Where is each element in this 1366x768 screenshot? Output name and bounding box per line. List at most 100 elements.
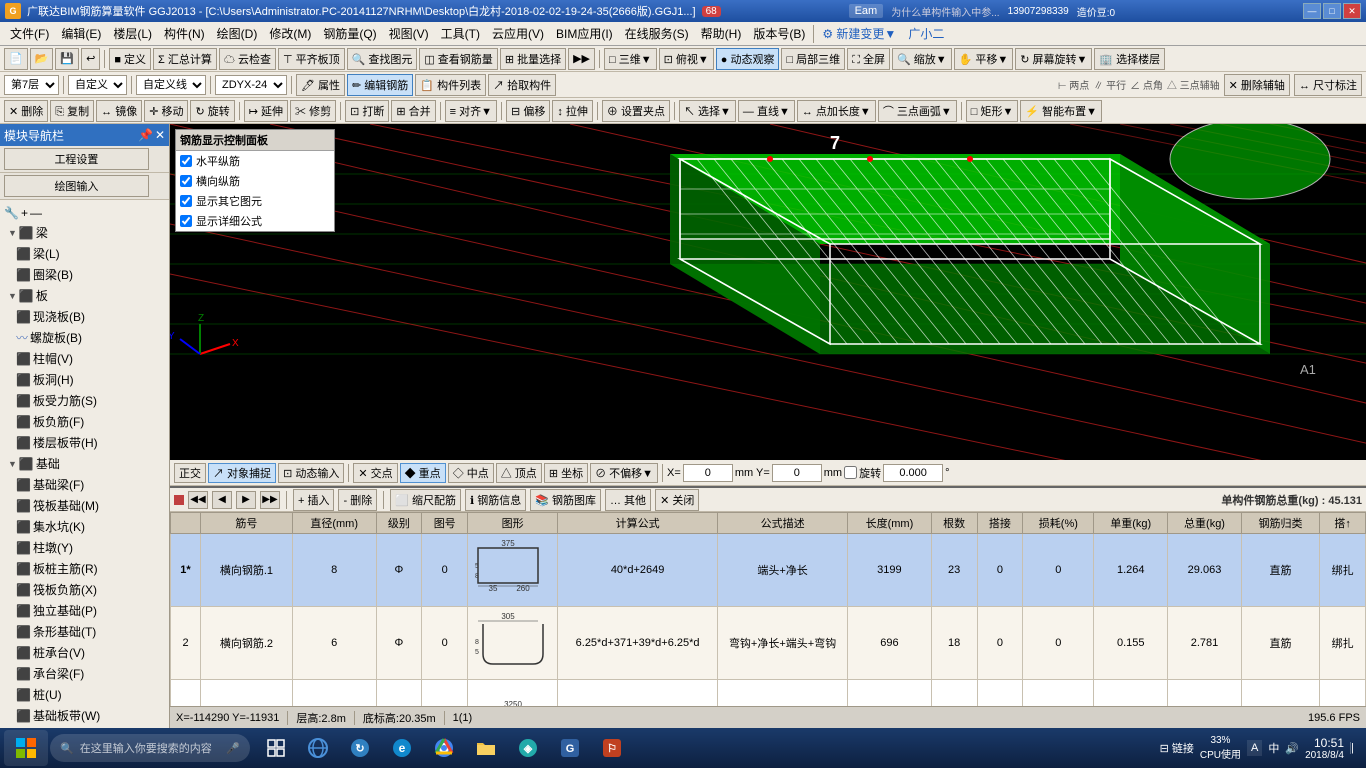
btn-undo[interactable]: ↩ xyxy=(81,48,100,70)
btn-define[interactable]: ■ 定义 xyxy=(109,48,151,70)
menu-bim[interactable]: BIM应用(I) xyxy=(550,23,619,44)
task-icon-app1[interactable]: ◈ xyxy=(508,730,548,766)
table-row[interactable]: 1* 横向钢筋.1 8 Φ 0 375 xyxy=(171,534,1366,607)
axis-type-select[interactable]: 自定义线 xyxy=(136,75,206,95)
rotate-checkbox[interactable] xyxy=(844,466,857,479)
btn-local-3d[interactable]: □ 局部三维 xyxy=(781,48,845,70)
btn-new[interactable]: 📄 xyxy=(4,48,28,70)
btn-first[interactable]: ◀◀ xyxy=(188,491,208,509)
btn-rebar-library[interactable]: 📚 钢筋图库 xyxy=(530,489,601,511)
btn-del-axis[interactable]: ✕ 删除辅轴 xyxy=(1224,74,1290,96)
tree-strip-foundation[interactable]: ⬛条形基础(T) xyxy=(0,621,169,642)
menu-draw[interactable]: 绘图(D) xyxy=(211,23,264,44)
btn-summary[interactable]: Σ 汇总计算 xyxy=(153,48,217,70)
btn-rebar-info[interactable]: ℹ 钢筋信息 xyxy=(465,489,526,511)
sidebar-close[interactable]: ✕ xyxy=(155,128,165,142)
btn-mid[interactable]: ◇ 中点 xyxy=(448,463,494,483)
menu-rebar-qty[interactable]: 钢筋量(Q) xyxy=(317,23,382,44)
btn-property[interactable]: 🖊 属性 xyxy=(296,74,345,96)
tree-pile-cap[interactable]: ⬛桩承台(V) xyxy=(0,642,169,663)
btn-offset[interactable]: ⊟ 偏移 xyxy=(506,100,550,122)
checkbox-formula[interactable] xyxy=(180,215,192,227)
tray-network[interactable]: ⊟ 链接 xyxy=(1160,740,1194,756)
checkbox-horiz-rebar[interactable] xyxy=(180,155,192,167)
btn-select2[interactable]: ↖ 选择▼ xyxy=(679,100,736,122)
tree-slab-neg[interactable]: ⬛板负筋(F) xyxy=(0,411,169,432)
table-resize-handle[interactable] xyxy=(174,495,184,505)
tree-beam-group[interactable]: ▼ ⬛ 梁 xyxy=(0,222,169,243)
sidebar-pin[interactable]: 📌 xyxy=(138,128,153,142)
btn-cloud-check[interactable]: ☁ 云检查 xyxy=(219,48,276,70)
cell-name[interactable]: 水平纵筋.1 xyxy=(201,680,293,707)
tree-pile-cap-beam[interactable]: ⬛承台梁(F) xyxy=(0,663,169,684)
btn-pick-component[interactable]: ↗ 拾取构件 xyxy=(488,74,556,96)
menu-edit[interactable]: 编辑(E) xyxy=(55,23,107,44)
tree-foundation-beam[interactable]: ⬛基础梁(F) xyxy=(0,474,169,495)
btn-dynamic-obs[interactable]: ● 动态观察 xyxy=(716,48,780,70)
menu-help[interactable]: 帮助(H) xyxy=(695,23,748,44)
tray-lang[interactable]: A xyxy=(1247,740,1262,756)
tree-cast-slab[interactable]: ⬛现浇板(B) xyxy=(0,306,169,327)
tree-spiral-slab[interactable]: 〰螺旋板(B) xyxy=(0,327,169,348)
btn-select-floor[interactable]: 🏢 选择楼层 xyxy=(1094,48,1165,70)
tree-ring-beam[interactable]: ⬛圈梁(B) xyxy=(0,264,169,285)
btn-open[interactable]: 📂 xyxy=(30,48,54,70)
tree-slab-stress[interactable]: ⬛板受力筋(S) xyxy=(0,390,169,411)
close-button[interactable]: ✕ xyxy=(1343,3,1361,19)
btn-find-elem[interactable]: 🔍 查找图元 xyxy=(347,48,418,70)
btn-last[interactable]: ▶▶ xyxy=(260,491,280,509)
cell-name[interactable]: 横向钢筋.1 xyxy=(201,534,293,607)
menu-online[interactable]: 在线服务(S) xyxy=(619,23,695,44)
y-input[interactable] xyxy=(772,464,822,482)
btn-align-top[interactable]: ⊤ 平齐板顶 xyxy=(278,48,345,70)
maximize-button[interactable]: □ xyxy=(1323,3,1341,19)
task-icon-chrome[interactable] xyxy=(424,730,464,766)
menu-version[interactable]: 版本号(B) xyxy=(747,23,811,44)
btn-delete[interactable]: ✕ 删除 xyxy=(4,100,48,122)
floor-select[interactable]: 第7层 xyxy=(4,75,59,95)
btn-component-list[interactable]: 📋 构件列表 xyxy=(415,74,486,96)
viewport[interactable]: X Z Y 7 A1 钢筋显示控制面板 水平纵筋 xyxy=(170,124,1366,460)
task-icon-app2[interactable]: G xyxy=(550,730,590,766)
tree-iso-foundation[interactable]: ⬛独立基础(P) xyxy=(0,600,169,621)
menu-view[interactable]: 视图(V) xyxy=(383,23,435,44)
btn-pan[interactable]: ✋ 平移▼ xyxy=(954,48,1014,70)
btn-stamp[interactable]: ⊡ 打断 xyxy=(345,100,389,122)
btn-align[interactable]: ≡ 对齐▼ xyxy=(445,100,497,122)
floor-type-select[interactable]: 自定义 xyxy=(68,75,127,95)
search-hint[interactable]: 为什么单构件输入中参... xyxy=(891,4,999,19)
btn-delete-row[interactable]: - 删除 xyxy=(338,489,377,511)
tree-raft-neg[interactable]: ⬛筏板负筋(X) xyxy=(0,579,169,600)
btn-top-view[interactable]: ⊡ 俯视▼ xyxy=(659,48,714,70)
menu-file[interactable]: 文件(F) xyxy=(4,23,55,44)
menu-modify[interactable]: 修改(M) xyxy=(263,23,317,44)
task-icon-refresh[interactable]: ↻ xyxy=(340,730,380,766)
btn-rotate[interactable]: ↻ 屏幕旋转▼ xyxy=(1015,48,1092,70)
btn-midpt[interactable]: ◆ 重点 xyxy=(400,463,446,483)
btn-pt-length[interactable]: ↔ 点加长度▼ xyxy=(797,100,876,122)
rotate-input[interactable] xyxy=(883,464,943,482)
btn-intersection[interactable]: ✕ 交点 xyxy=(353,463,397,483)
cell-name[interactable]: 横向钢筋.2 xyxy=(201,607,293,680)
btn-insert-row[interactable]: + 插入 xyxy=(293,489,334,511)
checkbox-trans-rebar[interactable] xyxy=(180,175,192,187)
btn-smart[interactable]: ⚡ 智能布置▼ xyxy=(1020,100,1102,122)
menu-tools[interactable]: 工具(T) xyxy=(435,23,486,44)
btn-edit-rebar[interactable]: ✏ 编辑钢筋 xyxy=(347,74,413,96)
taskbar-search[interactable]: 🔍 在这里输入你要搜索的内容 🎤 xyxy=(50,734,250,762)
drawing-panel-title[interactable]: 钢筋显示控制面板 xyxy=(176,130,334,151)
btn-drawing-input[interactable]: 绘图输入 xyxy=(4,175,149,197)
tree-beam[interactable]: ⬛梁(L) xyxy=(0,243,169,264)
btn-scale-rebar[interactable]: ⬜ 缩尺配筋 xyxy=(390,489,461,511)
start-button[interactable] xyxy=(4,730,48,766)
btn-next[interactable]: ▶ xyxy=(236,491,256,509)
btn-save[interactable]: 💾 xyxy=(55,48,79,70)
tree-slab-hole[interactable]: ⬛板洞(H) xyxy=(0,369,169,390)
checkbox-other-elem[interactable] xyxy=(180,195,192,207)
menu-floor[interactable]: 楼层(L) xyxy=(107,23,158,44)
axis-num-select[interactable]: ZDYX-24 xyxy=(215,75,287,95)
tree-foundation-group[interactable]: ▼ ⬛ 基础 xyxy=(0,453,169,474)
btn-other[interactable]: … 其他 xyxy=(605,489,651,511)
btn-3d[interactable]: □ 三维▼ xyxy=(604,48,657,70)
task-icon-folder[interactable] xyxy=(466,730,506,766)
